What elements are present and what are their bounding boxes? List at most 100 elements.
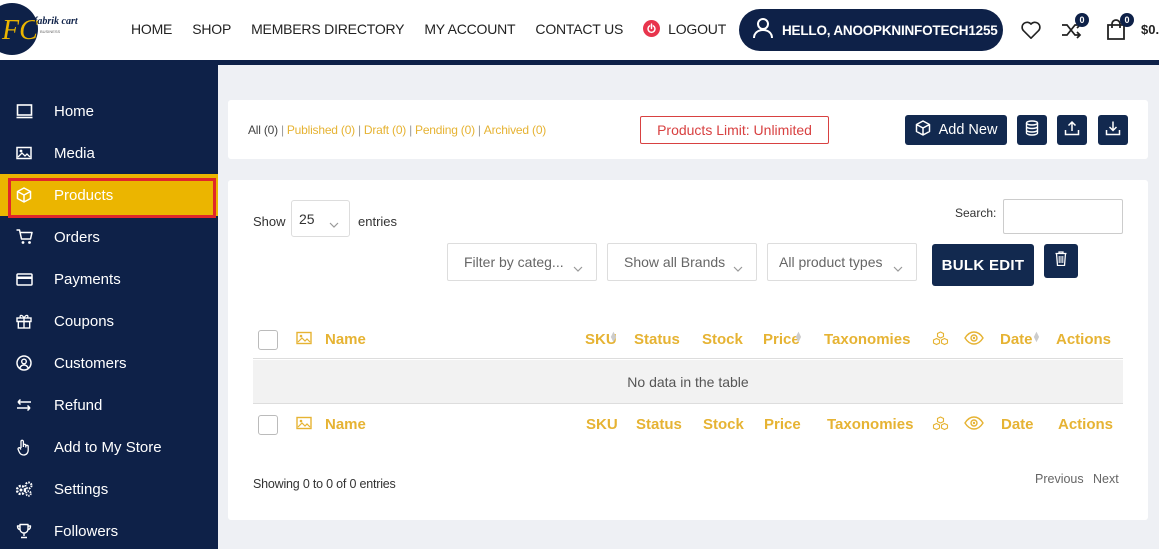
add-new-product-button[interactable]: Add New [905,115,1007,145]
fabrik-cart-logo[interactable]: FC fabrik cart BUSINESS [0,2,82,56]
entries-label: entries [358,214,398,229]
bulk-edit-label: BULK EDIT [941,256,1025,274]
sidebar-item-label: Media [54,144,95,162]
sidebar-item-coupons[interactable]: Coupons [0,300,218,342]
page-size-value: 25 [299,210,315,227]
filter-product-type-select[interactable]: All product types [767,243,917,281]
cart-amount[interactable]: $0. [1141,22,1159,37]
sidebar-item-label: Orders [54,228,100,246]
bulk-delete-button[interactable] [1044,244,1078,278]
nav-contact-us[interactable]: CONTACT US [535,21,623,37]
sort-icon: ▲ ▼ [609,329,618,344]
nav-shop[interactable]: SHOP [192,21,231,37]
filter-brand-select[interactable]: Show all Brands [607,243,757,281]
nav-my-account[interactable]: MY ACCOUNT [424,21,515,37]
compare-icon[interactable]: 0 [1059,13,1089,42]
main-nav: HOME SHOP MEMBERS DIRECTORY MY ACCOUNT C… [131,20,746,37]
sidebar-item-orders[interactable]: Orders [0,216,218,258]
filter-pending[interactable]: Pending (0) [415,123,475,137]
sort-icon: ▲ ▼ [1032,329,1041,344]
filter-all[interactable]: All (0) [248,123,278,137]
image-icon [15,144,33,162]
gift-icon [15,312,33,330]
sidebar-item-label: Home [54,102,95,120]
import-button[interactable] [1098,115,1128,145]
eye-icon [964,416,984,435]
eye-icon [964,331,984,350]
filter-product-type-value: All product types [779,254,883,270]
account-greeting-button[interactable]: HELLO, ANOOPKNINFOTECH1255 [739,9,1003,51]
upload-icon [1064,120,1080,141]
image-icon [296,416,312,435]
add-new-label: Add New [938,122,998,138]
column-taxonomies: Taxonomies [827,416,914,433]
show-label: Show [253,214,286,229]
column-actions: Actions [1058,416,1114,433]
column-date[interactable]: Date [1000,331,1033,348]
chevron-down-icon [733,259,743,275]
box-icon [15,186,33,204]
sidebar-item-followers[interactable]: Followers [0,510,218,549]
select-all-checkbox[interactable] [258,415,278,435]
sidebar-item-media[interactable]: Media [0,132,218,174]
sidebar-item-home[interactable]: Home [0,90,218,132]
sidebar-item-customers[interactable]: Customers [0,342,218,384]
filter-draft[interactable]: Draft (0) [364,123,406,137]
products-limit-badge: Products Limit: Unlimited [640,116,829,144]
column-actions: Actions [1056,331,1112,348]
filter-brand-value: Show all Brands [624,254,726,270]
filter-category-select[interactable]: Filter by categ... [447,243,597,281]
bulk-edit-button[interactable]: BULK EDIT [932,244,1034,286]
column-sku: SKU [586,416,618,433]
stock-manager-button[interactable] [1017,115,1047,145]
box-icon [915,119,931,141]
compare-count-badge: 0 [1075,13,1089,27]
empty-table-message: No data in the table [253,360,1123,403]
column-price: Price [764,416,801,433]
nav-members-directory[interactable]: MEMBERS DIRECTORY [251,21,404,37]
column-name: Name [325,416,366,433]
page-size-select[interactable]: 25 [291,200,350,237]
logout-label: LOGOUT [668,20,727,37]
column-name[interactable]: Name [325,331,366,348]
filter-published[interactable]: Published (0) [287,123,355,137]
wishlist-icon[interactable] [1019,18,1043,42]
trophy-icon [15,522,33,540]
sidebar-item-label: Settings [54,480,109,498]
cubes-icon [932,331,949,351]
sidebar-item-settings[interactable]: Settings [0,468,218,510]
sidebar-item-label: Customers [54,354,127,372]
top-header: FC fabrik cart BUSINESS HOME SHOP MEMBER… [0,0,1159,60]
sidebar-item-label: Payments [54,270,121,288]
sidebar-item-label: Add to My Store [54,438,162,456]
search-input[interactable] [1003,199,1123,234]
sidebar-item-add-to-my-store[interactable]: Add to My Store [0,426,218,468]
user-icon [752,17,774,44]
power-icon [643,20,661,37]
chevron-down-icon [893,259,903,275]
column-stock: Stock [702,331,743,348]
table-footer-header: Name SKU Status Stock Price Taxonomies D… [253,403,1123,443]
filter-archived[interactable]: Archived (0) [484,123,546,137]
sidebar-item-label: Refund [54,396,103,414]
search-label: Search: [955,206,997,220]
chevron-down-icon [329,215,339,231]
nav-logout[interactable]: LOGOUT [643,20,726,37]
sidebar-item-refund[interactable]: Refund [0,384,218,426]
select-all-checkbox[interactable] [258,330,278,350]
pagination-next[interactable]: Next [1093,472,1119,486]
pagination-previous[interactable]: Previous [1035,472,1084,486]
svg-text:fabrik cart: fabrik cart [34,16,79,27]
export-button[interactable] [1057,115,1087,145]
cubes-icon [932,416,949,436]
database-icon [1025,119,1039,141]
sidebar-item-payments[interactable]: Payments [0,258,218,300]
cart-icon [15,228,33,246]
download-icon [1105,120,1121,141]
sidebar-item-products[interactable]: Products [0,174,218,218]
user-circle-icon [15,354,33,372]
nav-home[interactable]: HOME [131,21,172,37]
cart-icon[interactable]: 0 [1104,13,1134,42]
vendor-sidebar: Home Media Products Orders Payments Coup… [0,65,218,549]
table-info: Showing 0 to 0 of 0 entries [253,477,396,491]
